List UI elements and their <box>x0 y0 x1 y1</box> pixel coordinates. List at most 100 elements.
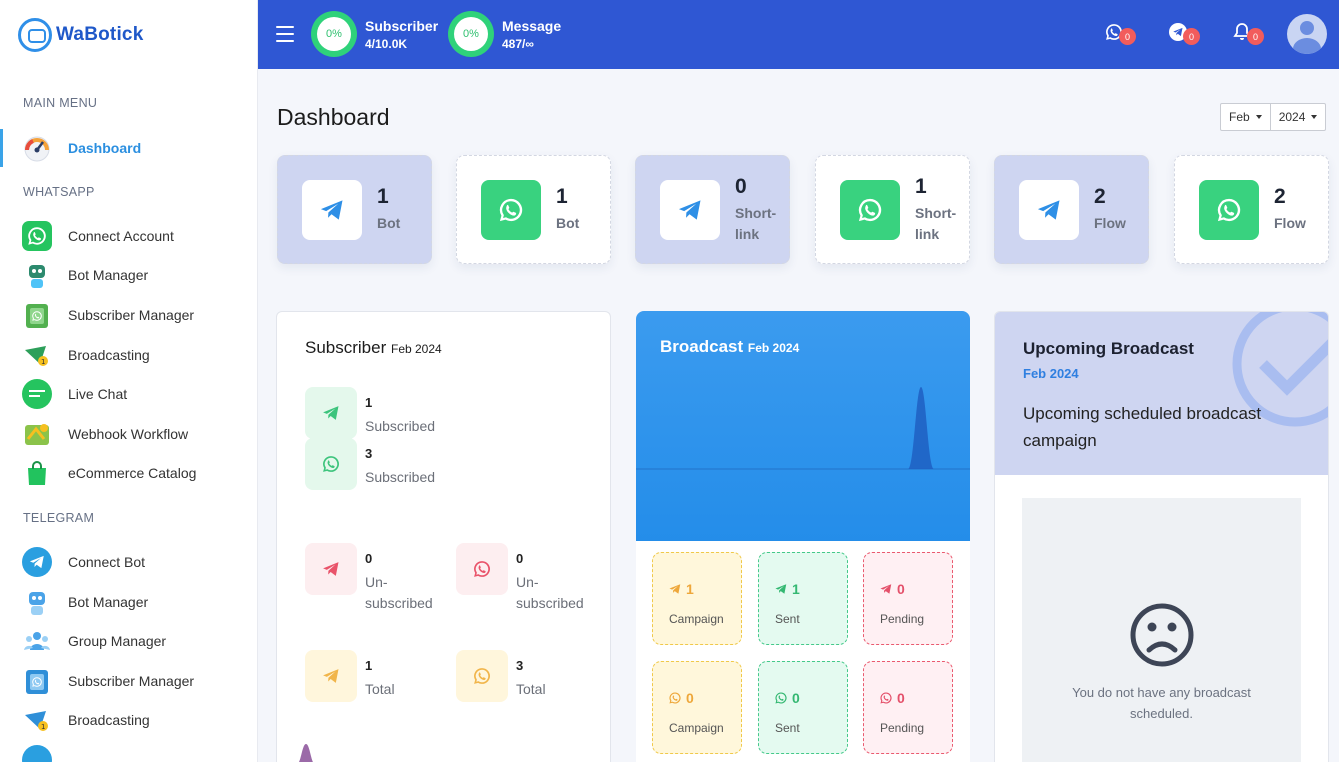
sidebar-item-tg-bot-manager[interactable]: Bot Manager <box>0 583 257 621</box>
whatsapp-badge: 0 <box>1119 28 1136 45</box>
tile-whatsapp-pending: 0 Pending <box>863 661 953 754</box>
sidebar-item-dashboard[interactable]: Dashboard <box>0 129 257 167</box>
sidebar-item-group-manager[interactable]: Group Manager <box>0 622 257 660</box>
notification-badge: 0 <box>1247 28 1264 45</box>
svg-text:1: 1 <box>41 358 45 366</box>
tile-value: 0 <box>686 690 694 706</box>
stat-value: 0 <box>365 551 373 566</box>
summary-card-telegram-flow[interactable]: 2 Flow <box>994 155 1149 264</box>
stat-value: 0 <box>516 551 524 566</box>
tile-value: 1 <box>792 581 800 597</box>
bell-icon[interactable]: 0 <box>1232 22 1264 45</box>
sidebar-item-label: Live Chat <box>68 386 128 402</box>
stat-label: Subscribed <box>365 418 436 434</box>
telegram-icon <box>305 387 357 439</box>
sidebar-item-ecommerce-catalog[interactable]: eCommerce Catalog <box>0 454 257 492</box>
subscriber-progress-ring: 0% <box>311 11 357 57</box>
sidebar-item-webhook-workflow[interactable]: Webhook Workflow <box>0 415 257 453</box>
sidebar-item-label: Bot Manager <box>68 594 149 610</box>
subscriber-icon <box>22 300 52 330</box>
summary-card-telegram-bot[interactable]: 1 Bot <box>277 155 432 264</box>
stat-value: 1 <box>365 395 373 410</box>
message-percent: 0% <box>454 17 488 51</box>
subscriber-usage-value: 4/10.0K <box>365 36 408 51</box>
summary-card-label: Bot <box>377 215 401 231</box>
subscriber-usage-title: Subscriber <box>365 17 439 34</box>
whatsapp-icon <box>879 691 893 705</box>
whatsapp-icon <box>22 221 52 251</box>
broadcast-panel: Broadcast Feb 2024 1 Campaign 1 Sent 0 P… <box>636 311 970 762</box>
subscriber-chart-peak <box>298 744 314 762</box>
telegram-icon <box>879 582 893 596</box>
brand-logo[interactable]: WaBotick <box>18 18 143 52</box>
summary-card-label: Short-link <box>915 204 957 242</box>
telegram-icon <box>305 543 357 595</box>
robot-icon <box>22 260 52 290</box>
group-icon <box>22 626 52 656</box>
summary-card-whatsapp-bot[interactable]: 1 Bot <box>456 155 611 264</box>
tile-value: 0 <box>897 690 905 706</box>
telegram-icon <box>660 179 720 240</box>
summary-card-value: 2 <box>1274 185 1286 208</box>
sidebar-item-label: Dashboard <box>68 140 142 156</box>
empty-state: You do not have any broadcast scheduled. <box>1022 498 1301 762</box>
telegram-notification-icon[interactable]: 0 <box>1168 22 1200 45</box>
sidebar-item-broadcasting[interactable]: 1 Broadcasting <box>0 336 257 374</box>
summary-card-value: 2 <box>1094 185 1106 208</box>
stat-value: 1 <box>365 658 373 673</box>
stat-label: Un-subscribed <box>516 574 584 611</box>
tile-label: Pending <box>880 721 925 735</box>
sidebar-item-bot-manager[interactable]: Bot Manager <box>0 256 257 294</box>
whatsapp-icon <box>456 543 508 595</box>
user-avatar[interactable] <box>1287 14 1327 54</box>
subscriber-panel-title: Subscriber <box>305 338 387 357</box>
shopping-bag-icon <box>22 458 52 488</box>
tile-telegram-pending: 0 Pending <box>863 552 953 645</box>
sidebar-item-connect-account[interactable]: Connect Account <box>0 217 257 255</box>
summary-card-label: Short-link <box>735 204 777 242</box>
sidebar-item-tg-broadcasting[interactable]: 1 Broadcasting <box>0 701 257 739</box>
telegram-icon <box>22 547 52 577</box>
sidebar-item-label: Broadcasting <box>68 347 150 363</box>
tile-telegram-sent: 1 Sent <box>758 552 848 645</box>
summary-card-value: 1 <box>377 185 389 208</box>
period-filter: Feb 2024 <box>1220 103 1327 131</box>
summary-card-whatsapp-flow[interactable]: 2 Flow <box>1174 155 1329 264</box>
subscriber-panel-period: Feb 2024 <box>391 342 442 356</box>
month-select[interactable]: Feb <box>1221 104 1270 130</box>
sidebar-item-connect-bot[interactable]: Connect Bot <box>0 543 257 581</box>
whatsapp-icon <box>840 179 900 240</box>
chevron-down-icon <box>1311 115 1318 119</box>
stat-label: Subscribed <box>365 469 436 485</box>
top-navbar: 0% Subscriber 4/10.0K 0% Message 487/∞ 0… <box>258 0 1339 69</box>
whatsapp-icon <box>668 691 682 705</box>
telegram-icon <box>302 179 362 240</box>
sidebar-item-tg-subscriber-manager[interactable]: Subscriber Manager <box>0 662 257 700</box>
message-progress-ring: 0% <box>448 11 494 57</box>
sidebar-item-label: Connect Account <box>68 228 174 244</box>
stat-total-telegram: 1 Total <box>305 650 395 702</box>
tile-label: Campaign <box>669 612 724 626</box>
summary-card-telegram-shortlink[interactable]: 0 Short-link <box>635 155 790 264</box>
tile-telegram-campaign: 1 Campaign <box>652 552 742 645</box>
upcoming-description: Upcoming scheduled broadcast campaign <box>1023 404 1262 450</box>
sidebar-item-tg-live-chat[interactable] <box>0 741 257 762</box>
broadcast-panel-title: Broadcast <box>660 337 744 356</box>
panel-title: Broadcast Feb 2024 <box>660 337 799 357</box>
empty-state-message: You do not have any broadcast scheduled. <box>1072 685 1251 721</box>
tile-value: 0 <box>792 690 800 706</box>
whatsapp-notification-icon[interactable]: 0 <box>1104 22 1136 45</box>
sidebar-item-subscriber-manager[interactable]: Subscriber Manager <box>0 296 257 334</box>
summary-card-value: 0 <box>735 174 747 198</box>
stat-value: 3 <box>365 446 373 461</box>
sidebar-item-live-chat[interactable]: Live Chat <box>0 375 257 413</box>
menu-toggle-icon[interactable] <box>276 26 294 42</box>
summary-card-whatsapp-shortlink[interactable]: 1 Short-link <box>815 155 970 264</box>
year-select[interactable]: 2024 <box>1269 104 1326 130</box>
svg-text:1: 1 <box>41 723 45 731</box>
robot-icon <box>22 587 52 617</box>
telegram-icon <box>774 582 788 596</box>
sidebar-item-label: Bot Manager <box>68 267 149 283</box>
stat-subscribed-telegram: 1 Subscribed <box>305 387 435 439</box>
whatsapp-icon <box>1199 179 1259 240</box>
